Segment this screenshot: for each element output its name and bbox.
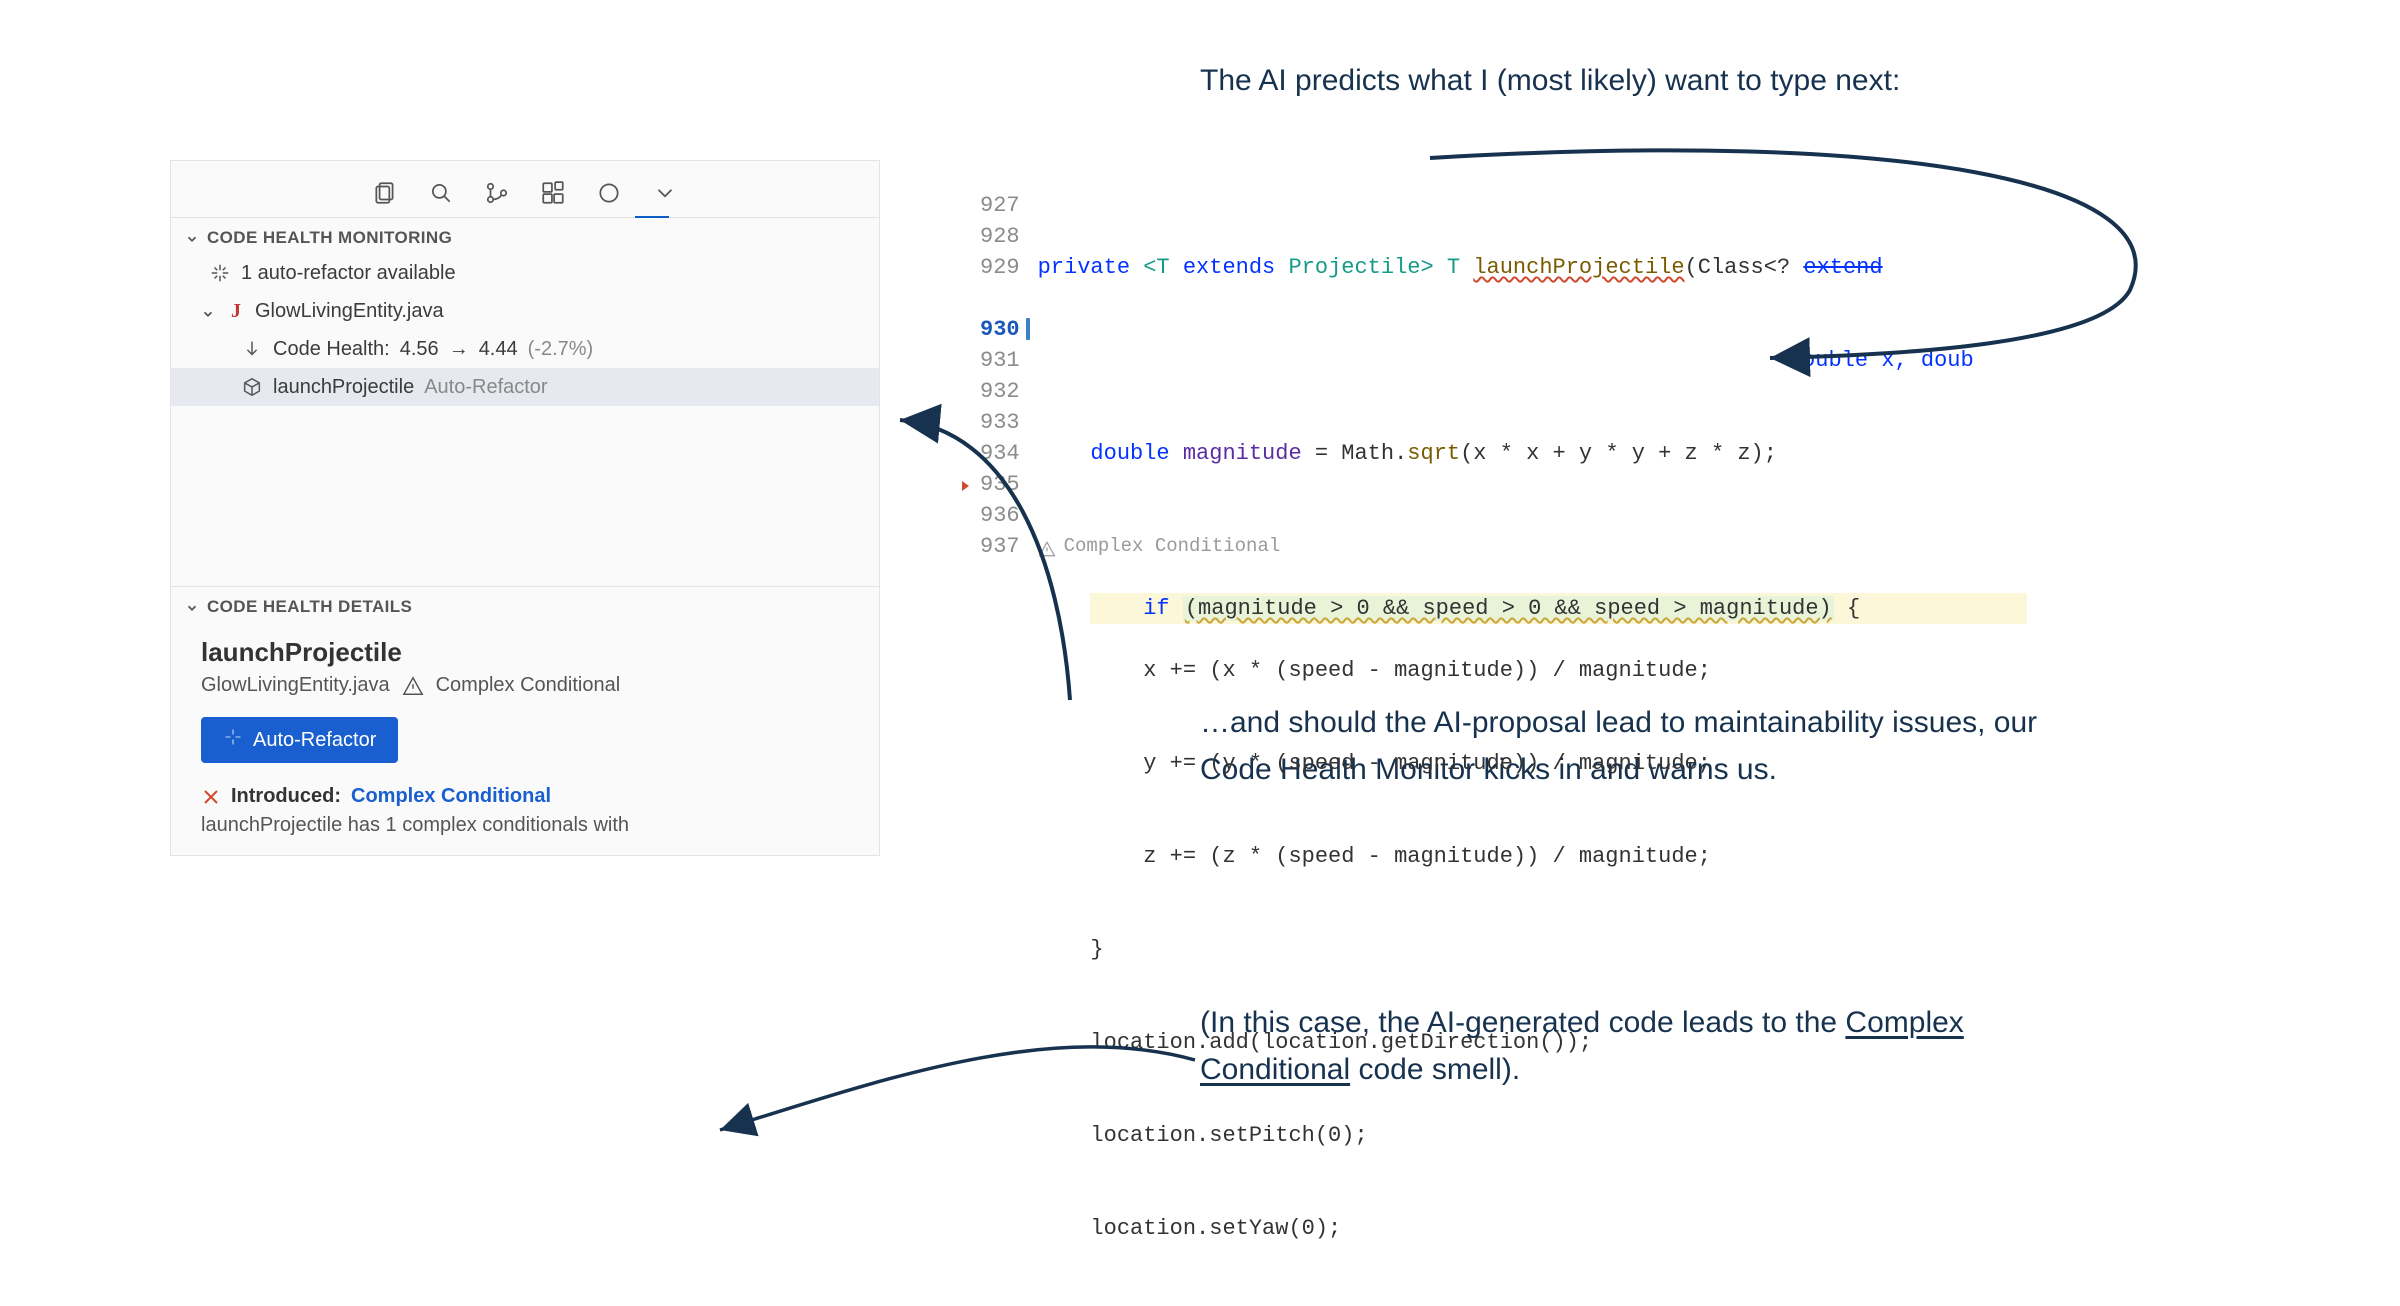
line-number: 927 xyxy=(980,190,1020,221)
method-name-label: launchProjectile xyxy=(273,376,414,399)
line-number: 930 xyxy=(980,314,1020,345)
details-description: launchProjectile has 1 complex condition… xyxy=(201,814,849,837)
method-tag-label: Auto-Refactor xyxy=(424,376,547,399)
line-number: 934 xyxy=(980,438,1020,469)
method-row[interactable]: launchProjectile Auto-Refactor xyxy=(171,368,879,406)
chevron-down-icon xyxy=(185,600,199,614)
monitoring-header[interactable]: CODE HEALTH MONITORING xyxy=(171,218,879,254)
code-health-to: 4.44 xyxy=(479,338,518,361)
sparkle-icon xyxy=(223,727,243,753)
introduced-label: Introduced: xyxy=(231,785,341,808)
codescene-icon[interactable] xyxy=(595,179,623,207)
line-number xyxy=(980,283,1020,314)
code-health-delta: (-2.7%) xyxy=(528,338,594,361)
line-number: 935 xyxy=(980,469,1020,500)
java-file-icon: J xyxy=(227,300,245,323)
auto-refactor-button[interactable]: Auto-Refactor xyxy=(201,717,398,763)
sparkle-icon xyxy=(209,262,231,284)
details-header[interactable]: CODE HEALTH DETAILS xyxy=(171,587,879,623)
extensions-icon[interactable] xyxy=(539,179,567,207)
introduced-link[interactable]: Complex Conditional xyxy=(351,785,551,808)
editor-code[interactable]: private <T extends Projectile> T launchP… xyxy=(1038,190,1974,1306)
auto-refactor-summary-label: 1 auto-refactor available xyxy=(241,262,456,285)
line-number: 929 xyxy=(980,252,1020,283)
code-health-row[interactable]: Code Health: 4.56 → 4.44 (-2.7%) xyxy=(171,330,879,368)
chevron-down-icon xyxy=(201,304,215,318)
line-number: 933 xyxy=(980,407,1020,438)
file-row[interactable]: J GlowLivingEntity.java xyxy=(171,292,879,330)
details-file-name: GlowLivingEntity.java xyxy=(201,674,390,697)
code-editor[interactable]: 927 928 929 930 931 932 933 934 935 936 … xyxy=(980,190,1974,1306)
monitoring-header-label: CODE HEALTH MONITORING xyxy=(207,228,452,248)
code-health-arrow: → xyxy=(449,338,469,361)
warning-icon xyxy=(402,675,424,697)
annotation-top: The AI predicts what I (most likely) wan… xyxy=(1200,58,2040,105)
code-health-label: Code Health: xyxy=(273,338,390,361)
code-health-details-panel: CODE HEALTH DETAILS launchProjectile Glo… xyxy=(171,586,879,855)
auto-refactor-button-label: Auto-Refactor xyxy=(253,729,376,752)
line-number: 937 xyxy=(980,531,1020,562)
search-icon[interactable] xyxy=(427,179,455,207)
editor-gutter: 927 928 929 930 931 932 933 934 935 936 … xyxy=(980,190,1038,1306)
details-header-label: CODE HEALTH DETAILS xyxy=(207,597,412,617)
x-icon xyxy=(201,787,221,807)
source-control-icon[interactable] xyxy=(483,179,511,207)
auto-refactor-summary-row[interactable]: 1 auto-refactor available xyxy=(171,254,879,292)
line-number: 928 xyxy=(980,221,1020,252)
chevron-down-icon[interactable] xyxy=(651,179,679,207)
method-icon xyxy=(241,376,263,398)
line-number: 931 xyxy=(980,345,1020,376)
inline-warning-label: Complex Conditional xyxy=(1064,531,1281,562)
sidebar-toolbar xyxy=(171,161,879,218)
details-function-name: launchProjectile xyxy=(201,637,849,674)
file-name-label: GlowLivingEntity.java xyxy=(255,300,444,323)
chevron-down-icon xyxy=(185,231,199,245)
line-number: 932 xyxy=(980,376,1020,407)
files-icon[interactable] xyxy=(371,179,399,207)
warning-icon xyxy=(1038,538,1056,556)
details-issue-label: Complex Conditional xyxy=(436,674,621,697)
code-health-from: 4.56 xyxy=(400,338,439,361)
line-number: 936 xyxy=(980,500,1020,531)
arrow-down-icon xyxy=(241,338,263,360)
code-health-sidebar: CODE HEALTH MONITORING 1 auto-refactor a… xyxy=(170,160,880,856)
